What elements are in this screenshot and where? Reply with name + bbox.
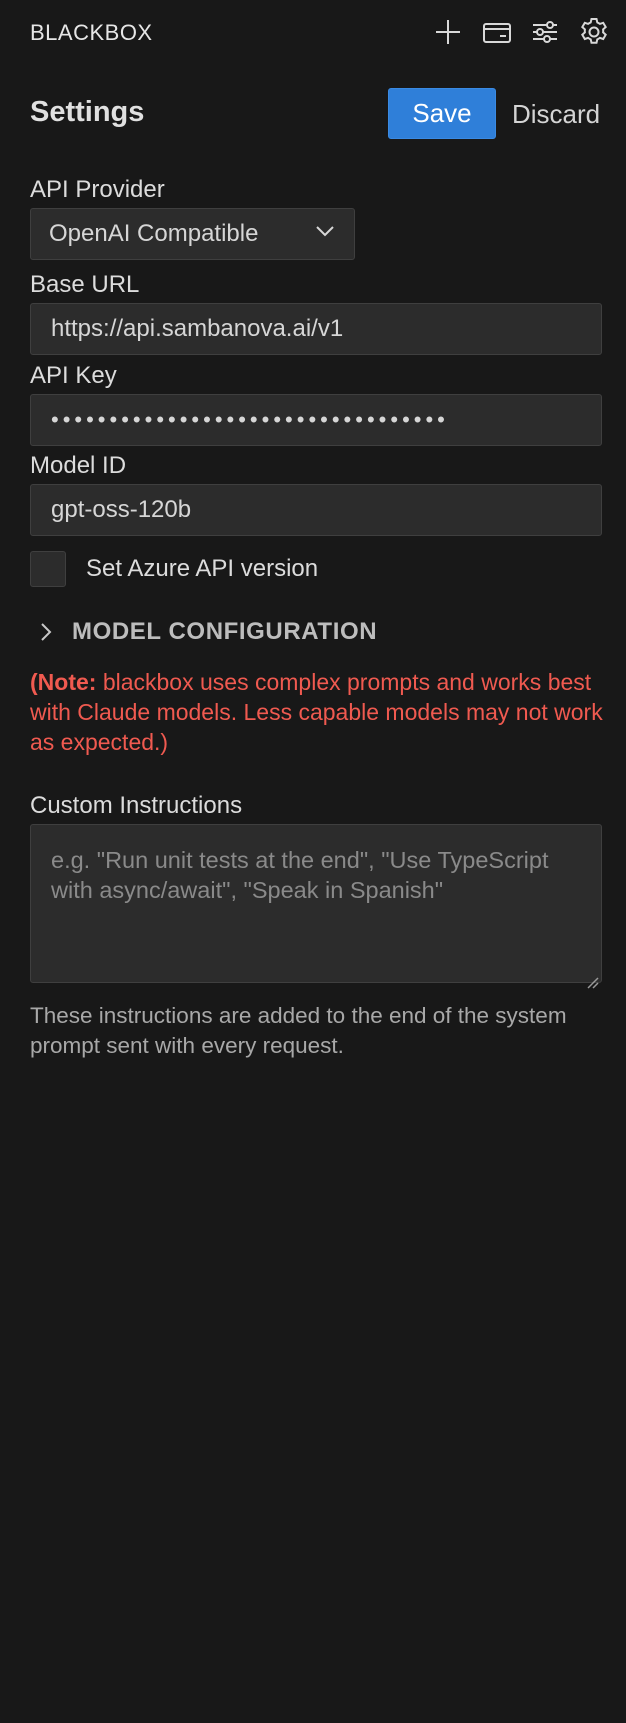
sliders-icon[interactable] <box>527 14 563 50</box>
resize-handle-icon[interactable] <box>585 966 599 989</box>
custom-instructions-help: These instructions are added to the end … <box>30 1003 567 1058</box>
api-key-input[interactable]: •••••••••••••••••••••••••••••••••• <box>30 394 602 446</box>
top-bar: BLACKBOX <box>0 0 626 66</box>
base-url-input[interactable]: https://api.sambanova.ai/v1 <box>30 303 602 355</box>
api-provider-value: OpenAI Compatible <box>49 220 259 247</box>
model-configuration-toggle[interactable]: MODEL CONFIGURATION <box>34 614 377 650</box>
azure-api-version-checkbox[interactable] <box>30 551 66 587</box>
chevron-down-icon <box>314 220 336 249</box>
custom-instructions-textarea[interactable]: e.g. "Run unit tests at the end", "Use T… <box>30 824 602 989</box>
azure-api-version-label[interactable]: Set Azure API version <box>86 555 318 583</box>
save-button[interactable]: Save <box>388 88 496 139</box>
note-text: blackbox uses complex prompts and works … <box>30 669 603 755</box>
note-prefix: (Note: <box>30 669 97 695</box>
model-configuration-label: MODEL CONFIGURATION <box>72 618 378 645</box>
discard-button[interactable]: Discard <box>512 99 600 130</box>
model-id-input[interactable]: gpt-oss-120b <box>30 484 602 536</box>
api-provider-label: API Provider <box>30 176 165 203</box>
gear-icon[interactable] <box>576 14 612 50</box>
api-key-label: API Key <box>30 362 117 389</box>
wallet-icon[interactable] <box>479 14 515 50</box>
api-provider-select[interactable]: OpenAI Compatible <box>30 208 355 260</box>
custom-instructions-label: Custom Instructions <box>30 792 243 819</box>
chevron-right-icon <box>34 620 58 644</box>
model-id-label: Model ID <box>30 452 127 479</box>
page-title: Settings <box>30 96 145 128</box>
base-url-label: Base URL <box>30 271 140 298</box>
custom-instructions-placeholder: e.g. "Run unit tests at the end", "Use T… <box>51 847 549 903</box>
model-warning-note: (Note: blackbox uses complex prompts and… <box>30 667 610 757</box>
plus-icon[interactable] <box>430 14 466 50</box>
app-title: BLACKBOX <box>30 20 153 45</box>
